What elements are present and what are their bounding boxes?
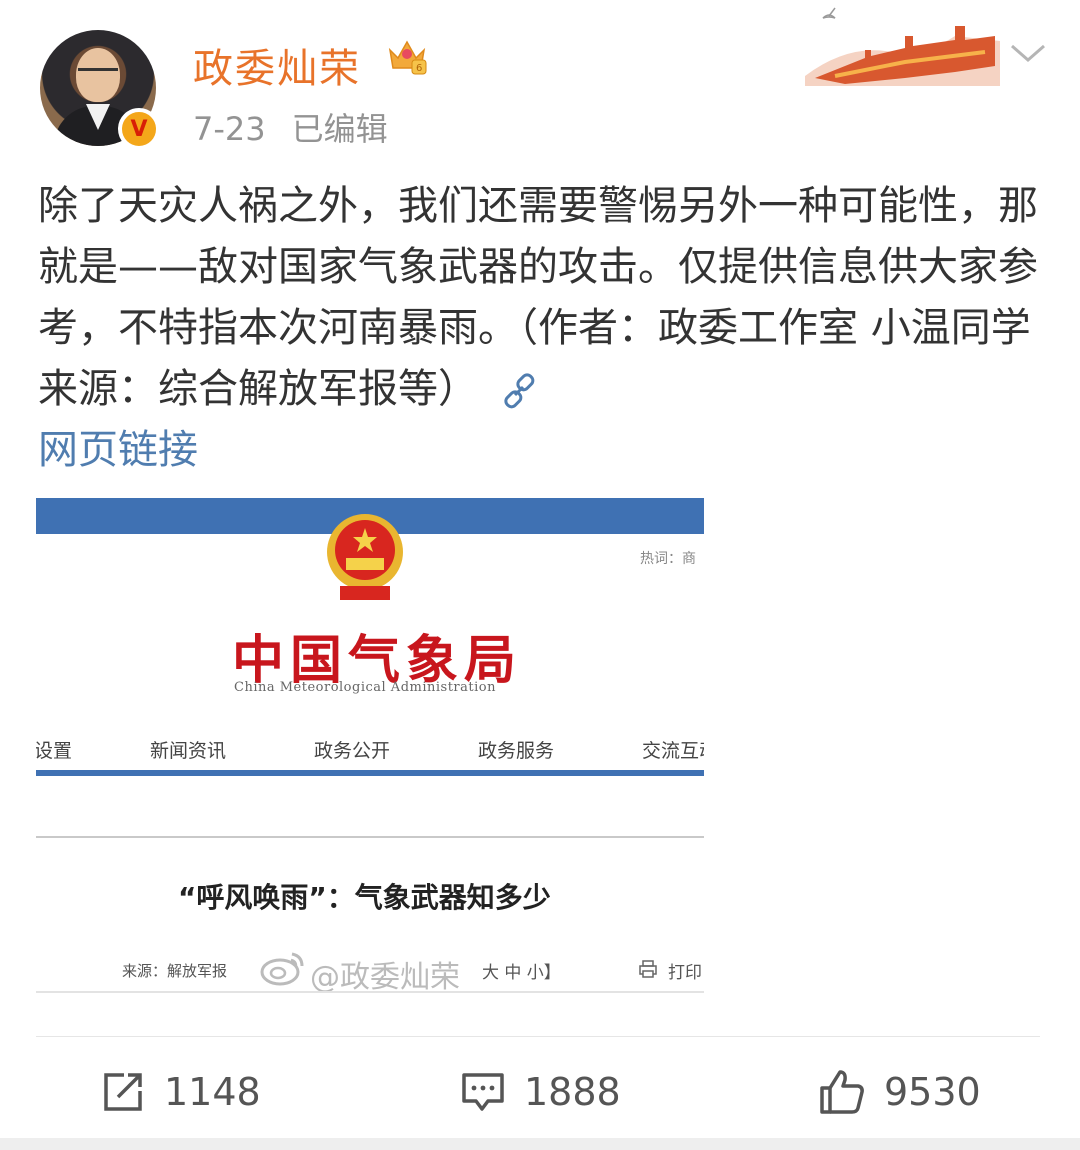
repost-count: 1148	[164, 1070, 261, 1114]
actions-divider	[36, 1036, 1040, 1037]
author-name[interactable]: 政委灿荣	[193, 36, 361, 94]
card-bottom-line	[36, 991, 704, 993]
comment-button[interactable]: 1888	[460, 1060, 621, 1124]
post-date: 7-23	[193, 110, 266, 148]
post-text: 除了天灾人祸之外，我们还需要警惕另外一种可能性，那就是——敌对国家气象武器的攻击…	[38, 176, 1048, 481]
hot-words-label: 热词：商	[640, 551, 696, 567]
crown-icon: 6	[388, 40, 427, 75]
post-meta: 7-23 已编辑	[193, 104, 414, 150]
great-wall-decoration	[805, 7, 1000, 86]
comment-icon	[462, 1073, 504, 1111]
nav-item-gov-affairs: 政务公开	[314, 740, 391, 762]
font-size-controls: 大 中 小】	[482, 963, 561, 983]
card-nav-underline	[36, 770, 704, 776]
chevron-down-icon[interactable]	[1008, 40, 1048, 66]
verified-badge: V	[118, 108, 160, 150]
national-emblem-icon	[327, 514, 403, 600]
card-nav: 设置 新闻资讯 政务公开 政务服务 交流互动	[36, 730, 704, 770]
web-link[interactable]: 网页链接	[38, 427, 198, 473]
like-button[interactable]: 9530	[818, 1060, 981, 1124]
nav-item-news: 新闻资讯	[150, 740, 227, 762]
repost-icon	[104, 1073, 142, 1111]
repost-button[interactable]: 1148	[100, 1060, 261, 1124]
print-icon	[639, 960, 657, 978]
action-bar: 1148 1888 9530	[0, 1060, 1080, 1124]
nav-item-settings: 设置	[36, 740, 73, 762]
bottom-strip	[0, 1138, 1080, 1150]
link-icon	[504, 373, 535, 409]
edited-label[interactable]: 已编辑	[292, 110, 388, 148]
print-label: 打印	[668, 963, 702, 983]
post-header: V 政委灿荣 6 7-23 已编辑	[0, 0, 1080, 160]
nav-item-interaction: 交流互动	[642, 740, 704, 762]
nav-item-gov-services: 政务服务	[478, 740, 555, 762]
weibo-watermark: @政委灿荣	[310, 960, 460, 995]
like-icon	[820, 1070, 864, 1114]
like-count: 9530	[884, 1070, 981, 1114]
cma-site-title-en: China Meteorological Administration	[234, 680, 496, 695]
article-title: “呼风唤雨”：气象武器知多少	[178, 881, 551, 914]
link-preview-card[interactable]: 热词：商 中国气象局 China Meteorological Administ…	[36, 498, 704, 998]
svg-text:6: 6	[416, 63, 422, 74]
weibo-logo-icon	[260, 952, 304, 986]
comment-count: 1888	[524, 1070, 621, 1114]
article-source: 来源：解放军报	[122, 962, 228, 980]
card-separator	[36, 836, 704, 838]
